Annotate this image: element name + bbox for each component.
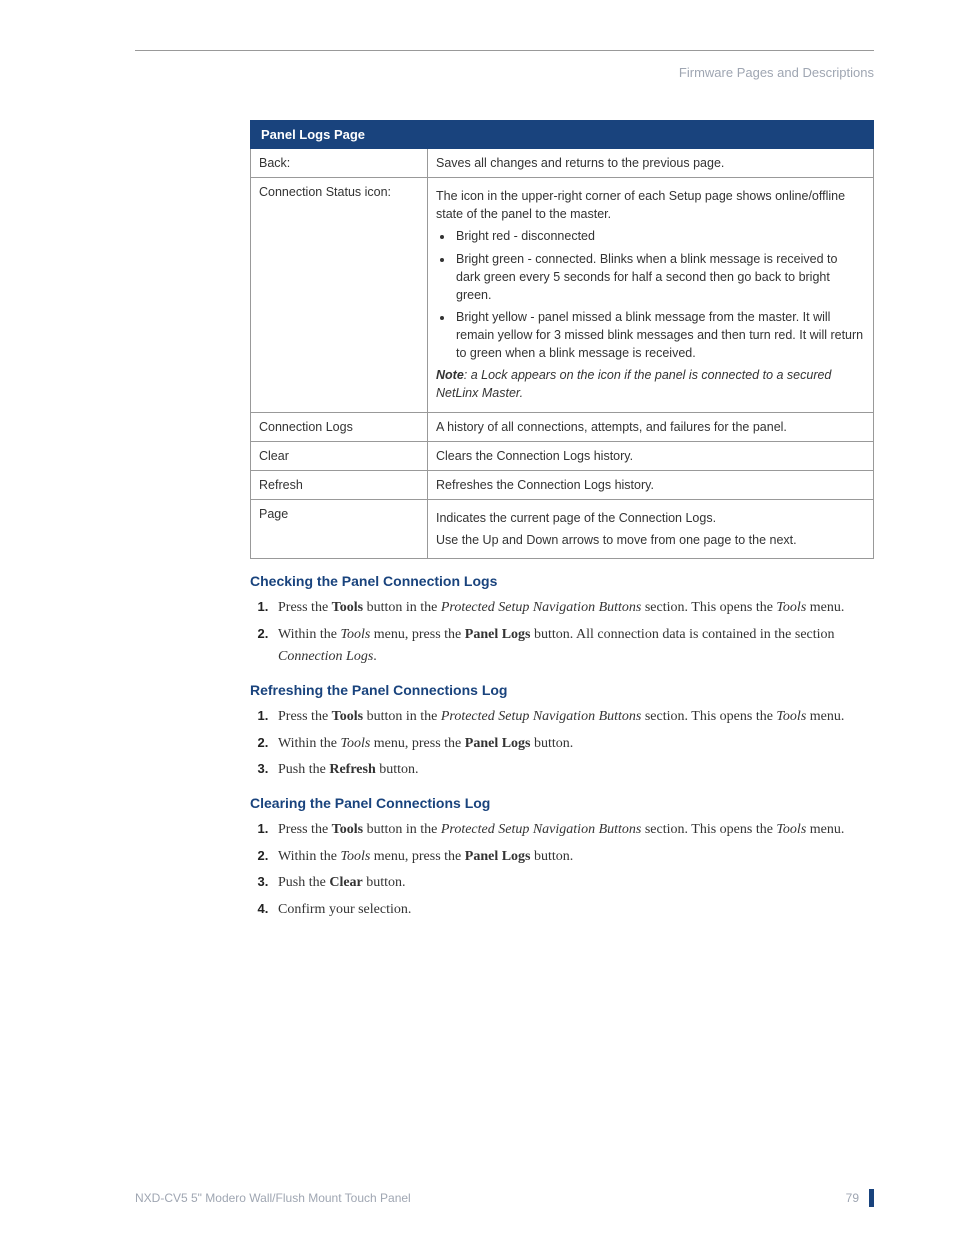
row-desc: Clears the Connection Logs history. <box>428 441 874 470</box>
list-item: Press the Tools button in the Protected … <box>272 819 874 841</box>
footer-product: NXD-CV5 5" Modero Wall/Flush Mount Touch… <box>135 1191 411 1205</box>
section-title-refreshing: Refreshing the Panel Connections Log <box>250 682 874 698</box>
row-label: Refresh <box>251 470 428 499</box>
panel-logs-table: Panel Logs Page Back:Saves all changes a… <box>250 120 874 559</box>
list-item: Push the Clear button. <box>272 872 874 894</box>
list-item: Confirm your selection. <box>272 899 874 921</box>
row-desc: A history of all connections, attempts, … <box>428 412 874 441</box>
table-header-row: Panel Logs Page <box>251 121 874 149</box>
table-row: RefreshRefreshes the Connection Logs his… <box>251 470 874 499</box>
top-rule <box>135 50 874 51</box>
list-item: Within the Tools menu, press the Panel L… <box>272 846 874 868</box>
row-desc: Saves all changes and returns to the pre… <box>428 149 874 178</box>
table-title: Panel Logs Page <box>251 121 874 149</box>
row-desc: The icon in the upper-right corner of ea… <box>428 178 874 412</box>
list-item: Press the Tools button in the Protected … <box>272 597 874 619</box>
table-row: PageIndicates the current page of the Co… <box>251 499 874 558</box>
steps-refreshing: Press the Tools button in the Protected … <box>250 706 874 781</box>
row-desc: Refreshes the Connection Logs history. <box>428 470 874 499</box>
document-page: Firmware Pages and Descriptions Panel Lo… <box>0 0 954 1235</box>
list-item: Within the Tools menu, press the Panel L… <box>272 733 874 755</box>
row-desc: Indicates the current page of the Connec… <box>428 499 874 558</box>
list-item: Within the Tools menu, press the Panel L… <box>272 624 874 669</box>
row-label: Back: <box>251 149 428 178</box>
row-label: Connection Logs <box>251 412 428 441</box>
footer-page-number: 79 <box>846 1191 859 1205</box>
list-item: Press the Tools button in the Protected … <box>272 706 874 728</box>
panel-logs-table-wrap: Panel Logs Page Back:Saves all changes a… <box>250 120 874 559</box>
row-label: Connection Status icon: <box>251 178 428 412</box>
steps-clearing: Press the Tools button in the Protected … <box>250 819 874 921</box>
row-label: Clear <box>251 441 428 470</box>
table-row: ClearClears the Connection Logs history. <box>251 441 874 470</box>
page-footer: NXD-CV5 5" Modero Wall/Flush Mount Touch… <box>135 1189 874 1207</box>
row-label: Page <box>251 499 428 558</box>
table-row: Back:Saves all changes and returns to th… <box>251 149 874 178</box>
steps-checking: Press the Tools button in the Protected … <box>250 597 874 668</box>
section-breadcrumb: Firmware Pages and Descriptions <box>135 65 874 80</box>
section-title-clearing: Clearing the Panel Connections Log <box>250 795 874 811</box>
section-title-checking: Checking the Panel Connection Logs <box>250 573 874 589</box>
table-row: Connection LogsA history of all connecti… <box>251 412 874 441</box>
list-item: Push the Refresh button. <box>272 759 874 781</box>
table-row: Connection Status icon:The icon in the u… <box>251 178 874 412</box>
